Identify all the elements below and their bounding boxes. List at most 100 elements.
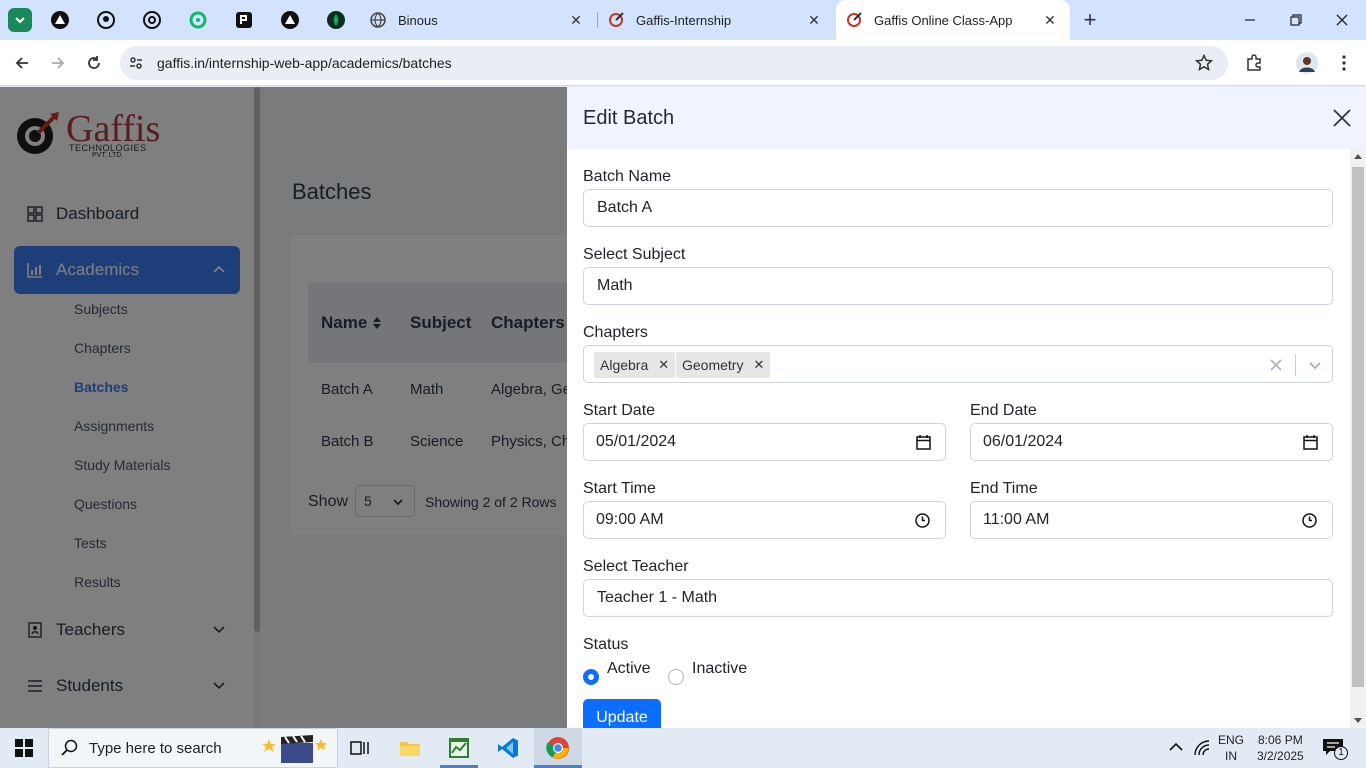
close-tab-icon[interactable]: ✕ xyxy=(568,12,584,28)
pinned-tab-4[interactable] xyxy=(186,8,210,32)
search-icon xyxy=(61,739,78,756)
task-view-button[interactable] xyxy=(346,734,374,762)
calendar-icon[interactable] xyxy=(1303,435,1318,450)
subject-label: Select Subject xyxy=(583,246,686,263)
tab-gaffis-online-class[interactable]: Gaffis Online Class-App ✕ xyxy=(836,0,1070,40)
chapter-chip: Geometry ✕ xyxy=(676,352,771,378)
pinned-tab-6[interactable] xyxy=(278,8,302,32)
language-indicator[interactable]: ENG xyxy=(1218,733,1244,747)
web-page: Gaffis TECHNOLOGIES PVT. LTD. Dashboard … xyxy=(0,87,1366,728)
restore-button[interactable] xyxy=(1284,8,1308,32)
triangle-logo-icon xyxy=(281,11,299,29)
new-tab-button[interactable]: + xyxy=(1078,7,1102,32)
end-date-label: End Date xyxy=(970,402,1037,419)
start-date-value: 05/01/2024 xyxy=(596,433,677,450)
pinned-tab-mongodb[interactable] xyxy=(324,8,348,32)
task-manager-button[interactable] xyxy=(445,734,473,762)
pinned-tab-github[interactable] xyxy=(94,8,118,32)
chevron-down-icon[interactable] xyxy=(1308,358,1322,372)
clock-icon[interactable] xyxy=(1302,513,1317,528)
r-logo-icon xyxy=(236,12,252,28)
remove-chip-icon[interactable]: ✕ xyxy=(658,357,669,373)
status-inactive-label[interactable]: Inactive xyxy=(692,660,747,678)
chart-window-icon xyxy=(449,738,469,758)
forward-button[interactable] xyxy=(46,51,70,75)
teacher-label: Select Teacher xyxy=(583,558,689,575)
subject-value: Math xyxy=(597,277,633,294)
file-explorer-button[interactable] xyxy=(396,734,424,762)
back-button[interactable] xyxy=(10,51,34,75)
clear-all-icon[interactable] xyxy=(1270,359,1282,371)
drawer-scrollbar[interactable] xyxy=(1350,149,1366,728)
scrollbar-thumb[interactable] xyxy=(1352,167,1364,687)
start-date-input[interactable]: 05/01/2024 xyxy=(583,423,946,461)
close-window-button[interactable] xyxy=(1330,8,1354,32)
status-active-radio[interactable] xyxy=(583,669,599,685)
gaffis-favicon-icon xyxy=(608,12,624,28)
url-text[interactable]: gaffis.in/internship-web-app/academics/b… xyxy=(157,55,452,71)
address-bar[interactable]: gaffis.in/internship-web-app/academics/b… xyxy=(120,46,1228,80)
tab-title: Gaffis Online Class-App xyxy=(874,12,1013,28)
tab-title: Binous xyxy=(398,12,438,28)
tab-search-button[interactable] xyxy=(8,8,32,32)
tab-gaffis-internship[interactable]: Gaffis-Internship ✕ xyxy=(598,0,834,40)
status-inactive-radio[interactable] xyxy=(668,669,684,685)
network-icon[interactable] xyxy=(1194,740,1210,756)
pinned-tab-1[interactable] xyxy=(48,8,72,32)
divider xyxy=(1295,354,1296,376)
restore-icon xyxy=(1290,14,1302,26)
chevron-up-icon[interactable] xyxy=(1169,742,1183,752)
close-tab-icon[interactable]: ✕ xyxy=(1042,12,1058,28)
avatar-icon xyxy=(1296,52,1318,74)
start-time-label: Start Time xyxy=(583,480,656,497)
extensions-button[interactable] xyxy=(1242,51,1266,75)
minimize-button[interactable] xyxy=(1238,8,1262,32)
edit-batch-drawer: Edit Batch Batch Name Batch A Select Sub… xyxy=(567,87,1366,728)
start-time-input[interactable]: 09:00 AM xyxy=(583,501,946,539)
close-icon[interactable] xyxy=(1331,107,1353,129)
site-info-icon[interactable] xyxy=(128,55,144,76)
vscode-icon xyxy=(498,738,518,758)
scroll-down-icon[interactable] xyxy=(1354,718,1362,724)
clock-icon[interactable] xyxy=(915,513,930,528)
status-label: Status xyxy=(583,636,629,653)
language-region[interactable]: IN xyxy=(1225,749,1237,763)
bookmark-star-icon[interactable] xyxy=(1194,53,1214,77)
openai-icon xyxy=(143,11,161,29)
scroll-up-icon[interactable] xyxy=(1354,153,1362,159)
reload-icon xyxy=(88,56,100,69)
tab-binous[interactable]: Binous ✕ xyxy=(360,0,596,40)
end-time-input[interactable]: 11:00 AM xyxy=(970,501,1333,539)
remove-chip-icon[interactable]: ✕ xyxy=(753,357,764,373)
chrome-icon xyxy=(546,737,569,759)
clock-date[interactable]: 3/2/2025 xyxy=(1257,749,1304,763)
github-icon xyxy=(97,11,115,29)
pinned-tab-3[interactable] xyxy=(140,8,164,32)
drawer-header: Edit Batch xyxy=(567,87,1366,149)
search-placeholder: Type here to search xyxy=(89,739,222,757)
subject-select[interactable]: Math xyxy=(583,267,1333,305)
status-active-label[interactable]: Active xyxy=(607,660,651,678)
clock-time[interactable]: 8:06 PM xyxy=(1258,733,1303,747)
taskbar-search-box[interactable]: Type here to search xyxy=(48,728,338,768)
more-vertical-icon xyxy=(1342,55,1346,71)
batch-name-input[interactable]: Batch A xyxy=(583,189,1333,227)
update-button[interactable]: Update xyxy=(583,699,661,728)
start-button[interactable] xyxy=(10,734,38,762)
minimize-icon xyxy=(1245,19,1255,21)
pinned-tab-5[interactable] xyxy=(232,8,256,32)
tab-title: Gaffis-Internship xyxy=(636,12,732,28)
vscode-button[interactable] xyxy=(494,734,522,762)
modal-backdrop[interactable] xyxy=(0,87,567,728)
teacher-select[interactable]: Teacher 1 - Math xyxy=(583,579,1333,617)
notification-center-button[interactable]: 1 xyxy=(1322,738,1350,760)
chrome-button[interactable] xyxy=(544,734,572,762)
reload-button[interactable] xyxy=(82,51,106,75)
profile-avatar[interactable] xyxy=(1295,51,1319,75)
chapter-chip: Algebra ✕ xyxy=(594,352,676,378)
chapters-multiselect[interactable]: Algebra ✕ Geometry ✕ xyxy=(583,345,1333,383)
browser-menu-button[interactable] xyxy=(1332,51,1356,75)
end-date-input[interactable]: 06/01/2024 xyxy=(970,423,1333,461)
calendar-icon[interactable] xyxy=(916,435,931,450)
close-tab-icon[interactable]: ✕ xyxy=(806,12,822,28)
